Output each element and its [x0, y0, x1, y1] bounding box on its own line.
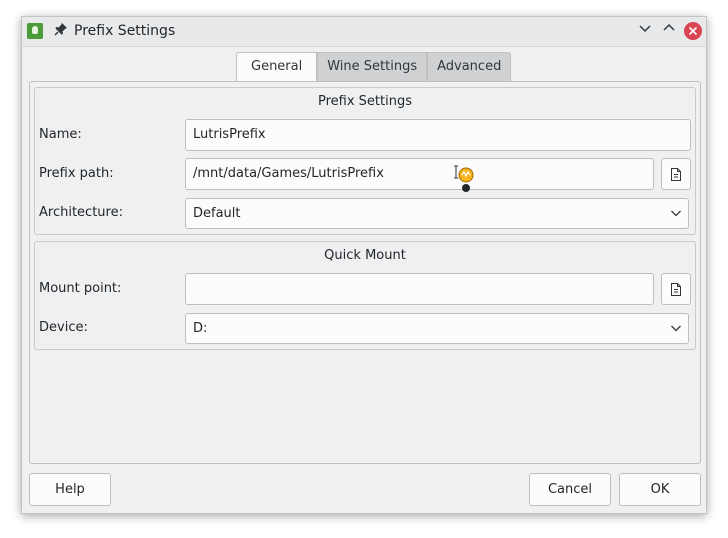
- chevron-down-icon: [670, 314, 682, 354]
- close-icon: [688, 26, 698, 36]
- window-title: Prefix Settings: [74, 23, 176, 39]
- chevron-up-icon: [663, 23, 675, 31]
- chevron-down-icon: [670, 199, 682, 239]
- busy-cursor-icon: [452, 165, 478, 195]
- prefix-path-browse-button[interactable]: [661, 158, 691, 190]
- name-label: Name:: [39, 127, 82, 142]
- maximize-button[interactable]: [660, 22, 678, 40]
- ok-button[interactable]: OK: [619, 473, 701, 506]
- file-icon: [671, 283, 681, 296]
- tab-wine-settings[interactable]: Wine Settings: [317, 52, 428, 81]
- prefix-settings-group: Prefix Settings Name: LutrisPrefix Prefi…: [34, 87, 696, 235]
- architecture-select[interactable]: Default: [185, 198, 689, 229]
- general-tab-page: Prefix Settings Name: LutrisPrefix Prefi…: [29, 81, 701, 464]
- pin-icon[interactable]: [53, 22, 69, 38]
- pin-icon-glyph: [54, 23, 67, 36]
- cancel-button[interactable]: Cancel: [529, 473, 611, 506]
- prefix-path-label: Prefix path:: [39, 166, 114, 181]
- tab-bar: General Wine Settings Advanced: [236, 52, 512, 83]
- mount-point-browse-button[interactable]: [661, 273, 691, 305]
- quick-mount-group: Quick Mount Mount point: Device: D:: [34, 241, 696, 350]
- device-value: D:: [193, 321, 208, 336]
- file-icon: [671, 168, 681, 181]
- close-button[interactable]: [684, 22, 702, 40]
- prefix-settings-window: Prefix Settings General Wine Settings Ad…: [21, 16, 707, 514]
- titlebar[interactable]: Prefix Settings: [22, 17, 706, 47]
- mount-point-input[interactable]: [185, 273, 654, 305]
- device-label: Device:: [39, 320, 88, 335]
- name-input[interactable]: LutrisPrefix: [185, 119, 691, 151]
- prefix-settings-title: Prefix Settings: [317, 94, 412, 109]
- lutris-app-icon: [27, 23, 43, 39]
- architecture-label: Architecture:: [39, 205, 123, 220]
- tab-advanced[interactable]: Advanced: [427, 52, 512, 81]
- chevron-down-icon: [639, 25, 651, 33]
- tab-general[interactable]: General: [236, 52, 318, 83]
- device-select[interactable]: D:: [185, 313, 689, 344]
- help-button[interactable]: Help: [29, 473, 111, 506]
- quick-mount-title: Quick Mount: [324, 248, 406, 263]
- mount-point-label: Mount point:: [39, 281, 122, 296]
- architecture-value: Default: [193, 206, 241, 221]
- minimize-button[interactable]: [636, 22, 654, 40]
- prefix-path-input[interactable]: /mnt/data/Games/LutrisPrefix: [185, 158, 654, 190]
